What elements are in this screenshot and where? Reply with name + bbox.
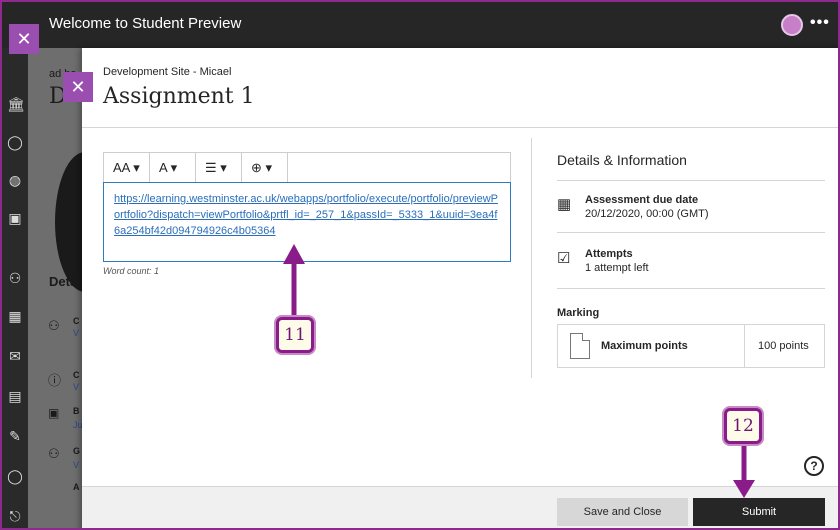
preview-title: Welcome to Student Preview — [49, 15, 242, 32]
calendar-icon[interactable]: ▦ — [7, 308, 23, 324]
bg-letter: C — [73, 316, 80, 326]
tools-icon[interactable]: ✎ — [7, 428, 23, 444]
panel-footer: Save and Close Submit — [82, 486, 838, 528]
grades-icon[interactable]: ▤ — [7, 388, 23, 404]
bg-letter: V — [73, 382, 80, 392]
details-heading: Details & Information — [557, 152, 687, 168]
assignment-panel: ✕ Development Site - Micael Assignment 1… — [63, 48, 838, 528]
messages-icon[interactable]: ✉ — [7, 348, 23, 364]
bg-people-icon: ⚇ — [48, 318, 60, 333]
student-preview-bar: Welcome to Student Preview ••• — [2, 2, 838, 48]
courses-icon[interactable]: ▣ — [7, 210, 23, 226]
sign-out-icon[interactable]: ⎋ — [7, 508, 23, 524]
attempts-label: Attempts — [585, 248, 633, 260]
editor-link-text[interactable]: https://learning.westminster.ac.uk/webap… — [114, 193, 498, 237]
user-icon[interactable]: ◯ — [7, 468, 23, 484]
marking-label: Marking — [557, 307, 600, 319]
close-panel-button[interactable]: ✕ — [63, 72, 93, 102]
bg-details-fragment: Deta — [49, 274, 78, 289]
student-preview-frame: Welcome to Student Preview ••• 🏛 ◯ ◍ ▣ ⚇… — [0, 0, 840, 530]
box-divider — [744, 325, 745, 367]
bg-letter: V — [73, 328, 80, 338]
save-and-close-button[interactable]: Save and Close — [557, 498, 688, 526]
bg-info-icon: ⓘ — [48, 373, 62, 388]
list-button[interactable]: ☰ ▾ — [196, 153, 242, 182]
insert-content-button[interactable]: ⊕ ▾ — [242, 153, 288, 182]
column-divider — [531, 138, 532, 378]
bg-letter: A — [73, 482, 80, 492]
page-title: Assignment 1 — [103, 84, 255, 109]
paragraph-style-button[interactable]: AA ▾ — [104, 153, 150, 182]
calendar-icon: ▦ — [557, 196, 572, 213]
annotation-marker-12: 12 — [724, 408, 762, 444]
user-avatar[interactable] — [781, 14, 803, 36]
header-divider — [82, 127, 838, 128]
divider — [557, 288, 825, 289]
divider — [557, 232, 825, 233]
bg-letter: B — [73, 406, 80, 416]
max-points-box: Maximum points 100 points — [557, 324, 825, 368]
breadcrumb: Development Site - Micael — [103, 66, 232, 78]
more-options-icon[interactable]: ••• — [810, 14, 830, 32]
left-navigation: 🏛 ◯ ◍ ▣ ⚇ ▦ ✉ ▤ ✎ ◯ ⎋ — [2, 48, 28, 528]
word-count: Word count: 1 — [103, 266, 160, 276]
max-points-value: 100 points — [758, 340, 809, 352]
organizations-icon[interactable]: ⚇ — [7, 270, 23, 286]
editor-toolbar: AA ▾ A ▾ ☰ ▾ ⊕ ▾ — [103, 152, 511, 183]
bg-letter: G — [73, 446, 81, 456]
help-icon[interactable]: ? — [804, 456, 824, 476]
document-icon — [570, 333, 590, 359]
background-course-page: ad ha D Deta ⚇ C V ⓘ C V ▣ B Ju ⚇ G V A — [28, 48, 115, 528]
submission-text-editor[interactable]: https://learning.westminster.ac.uk/webap… — [103, 182, 511, 262]
attempts-value: 1 attempt left — [585, 262, 649, 274]
institution-icon[interactable]: 🏛 — [7, 96, 25, 112]
bg-video-icon: ▣ — [48, 406, 60, 420]
submit-button[interactable]: Submit — [693, 498, 825, 526]
close-preview-button[interactable]: ✕ — [9, 24, 39, 54]
annotation-marker-11: 11 — [276, 317, 314, 353]
text-format-button[interactable]: A ▾ — [150, 153, 196, 182]
profile-icon[interactable]: ◯ — [7, 134, 23, 150]
due-date-label: Assessment due date — [585, 194, 699, 206]
bg-group-icon: ⚇ — [48, 446, 60, 461]
due-date-value: 20/12/2020, 00:00 (GMT) — [585, 208, 709, 220]
divider — [557, 180, 825, 181]
max-points-label: Maximum points — [601, 340, 688, 352]
bg-letter: C — [73, 370, 80, 380]
globe-icon[interactable]: ◍ — [7, 172, 23, 188]
attempts-checkbox-icon: ☑ — [557, 250, 571, 267]
bg-letter: V — [73, 460, 80, 470]
